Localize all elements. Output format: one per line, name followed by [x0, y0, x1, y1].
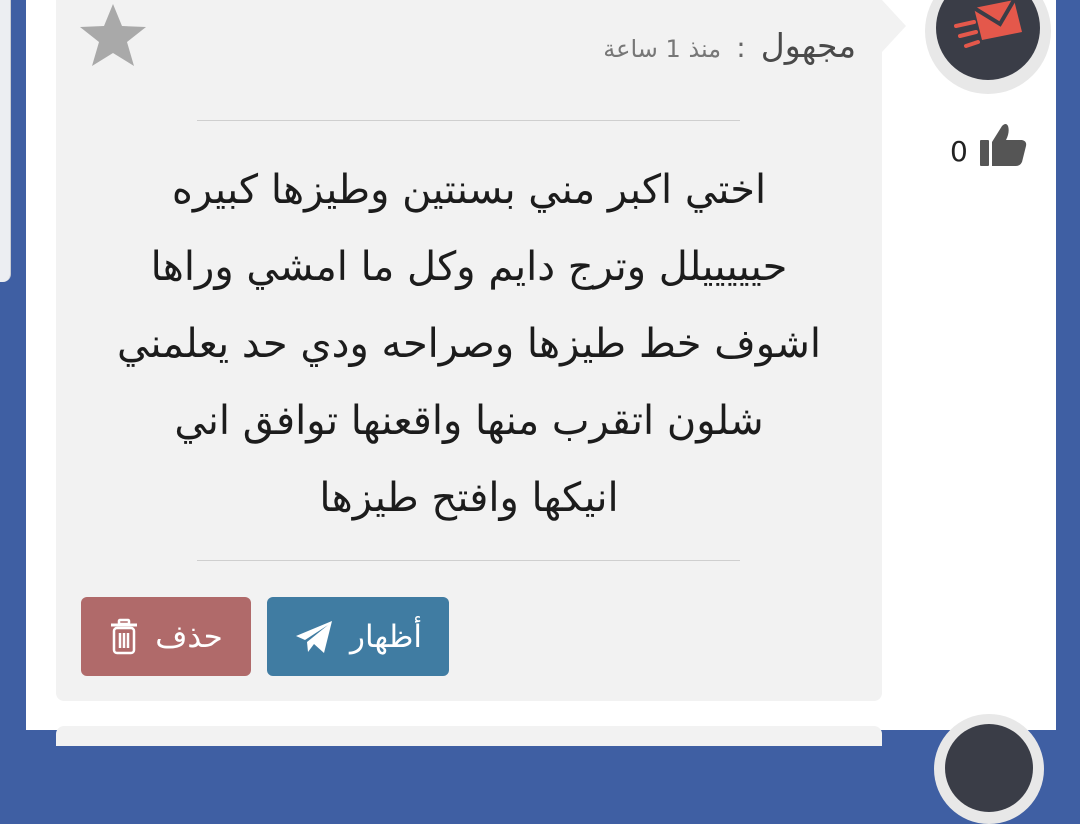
trash-icon	[111, 618, 138, 654]
delete-button-label: حذف	[155, 618, 223, 655]
post-time: منذ 1 ساعة	[603, 35, 722, 63]
post-message-line: شلون اتقرب منها واقعنها توافق اني	[174, 398, 764, 444]
divider-top	[197, 120, 740, 121]
post-message-line: انيكها وافتح طيزها	[319, 475, 619, 521]
divider-bottom	[197, 560, 740, 561]
thumbs-up-icon[interactable]	[978, 120, 1028, 170]
star-icon[interactable]	[78, 2, 148, 68]
show-button[interactable]: أظهار	[267, 597, 449, 676]
post-message-line: اشوف خط طيزها وصراحه ودي حد يعلمني	[116, 321, 821, 367]
post-message: اختي اكبر مني بسنتين وطيزها كبيره حيييييل…	[70, 152, 868, 537]
send-icon	[296, 620, 332, 653]
show-button-label: أظهار	[350, 618, 422, 655]
post-message-line: حيييييلل وترج دايم وكل ما امشي وراها	[150, 244, 788, 290]
post-meta: مجهول : منذ 1 ساعة	[603, 26, 856, 65]
post-message-line: اختي اكبر مني بسنتين وطيزها كبيره	[171, 167, 767, 213]
delete-button[interactable]: حذف	[81, 597, 251, 676]
post-card-pointer	[882, 0, 906, 52]
envelope-logo-icon	[954, 0, 1022, 48]
next-post-card	[56, 726, 882, 746]
side-drawer-edge[interactable]	[0, 0, 11, 282]
like-count: 0	[950, 135, 968, 168]
meta-separator: :	[736, 31, 746, 64]
post-author: مجهول	[760, 26, 856, 65]
next-avatar[interactable]	[945, 724, 1033, 812]
